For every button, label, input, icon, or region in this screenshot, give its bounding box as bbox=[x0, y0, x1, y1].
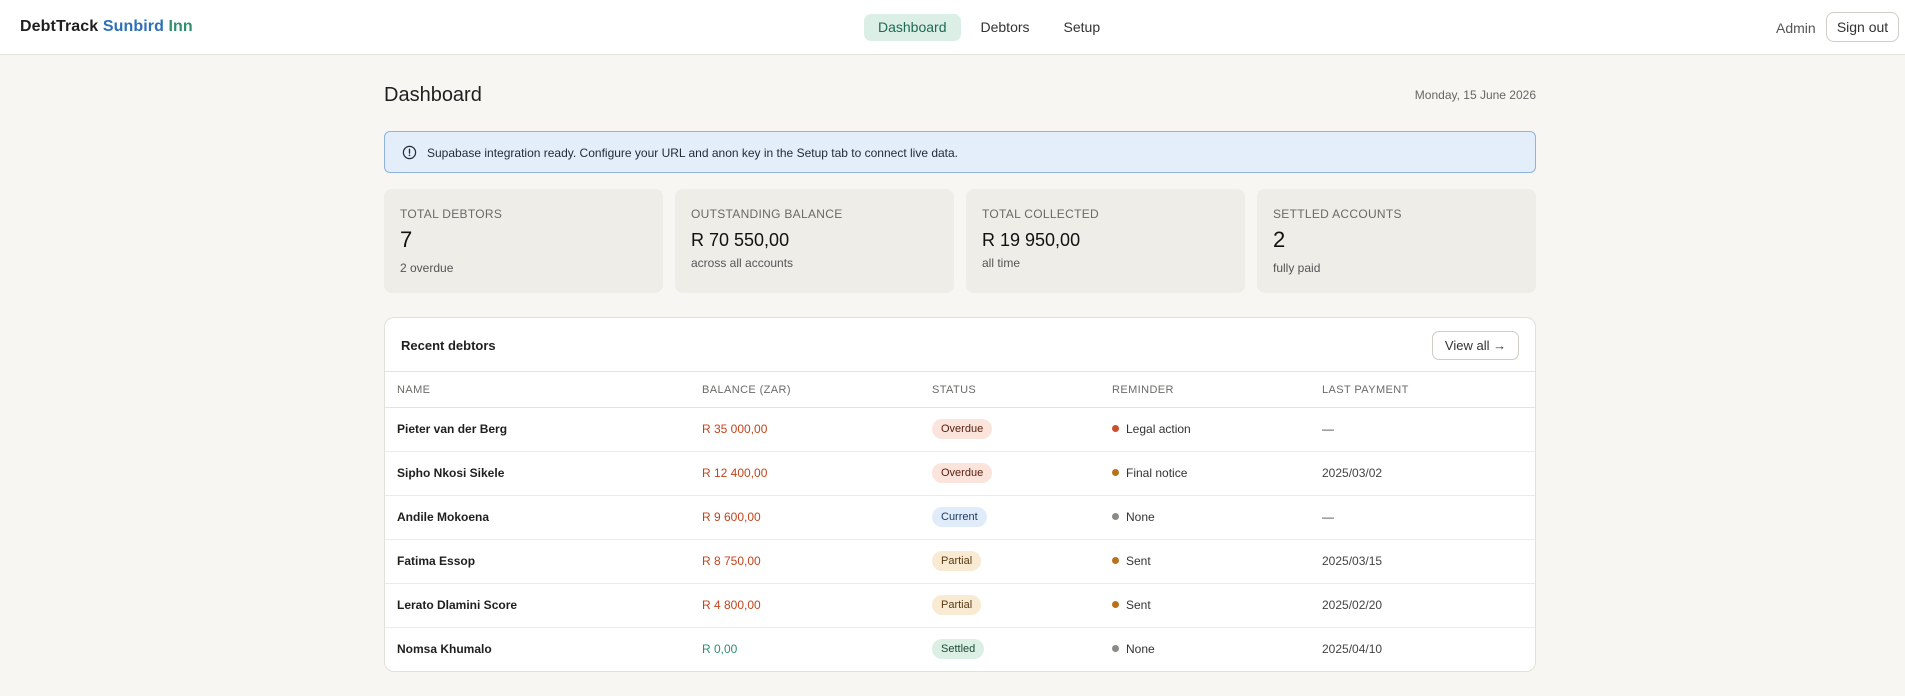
last-payment: 2025/02/20 bbox=[1322, 598, 1383, 612]
top-navbar: DebtTrack Sunbird Inn Dashboard Debtors … bbox=[0, 0, 1905, 55]
debtor-balance: R 9 600,00 bbox=[702, 510, 761, 524]
reminder-cell: None bbox=[1112, 642, 1155, 656]
banner-text: Supabase integration ready. Configure yo… bbox=[427, 146, 959, 160]
stat-label: TOTAL COLLECTED bbox=[982, 207, 1099, 221]
reminder-cell: Final notice bbox=[1112, 466, 1187, 480]
stat-value: R 70 550,00 bbox=[691, 230, 790, 250]
debtor-balance: R 35 000,00 bbox=[702, 422, 768, 436]
last-payment: 2025/04/10 bbox=[1322, 642, 1383, 656]
reminder-label: Final notice bbox=[1126, 466, 1188, 480]
stat-value: R 19 950,00 bbox=[982, 230, 1081, 250]
status-cell: Overdue bbox=[932, 463, 993, 483]
panel-title: Recent debtors bbox=[401, 338, 496, 353]
user-name: Admin bbox=[1776, 20, 1816, 36]
reminder-dot-icon bbox=[1112, 425, 1119, 432]
column-header-status[interactable]: STATUS bbox=[932, 384, 976, 396]
info-banner: Supabase integration ready. Configure yo… bbox=[384, 131, 1536, 173]
status-badge: Overdue bbox=[932, 419, 993, 439]
sign-out-button[interactable]: Sign out bbox=[1826, 12, 1899, 42]
brand-property-second: Inn bbox=[168, 18, 193, 35]
stat-subtext: fully paid bbox=[1273, 261, 1321, 275]
table-row[interactable]: Fatima Essop R 8 750,00 Partial Sent 2025/03… bbox=[385, 540, 1535, 584]
last-payment: — bbox=[1322, 510, 1334, 524]
reminder-label: Sent bbox=[1126, 554, 1151, 568]
stat-card-settled-accounts: SETTLED ACCOUNTS 2 fully paid bbox=[1257, 189, 1536, 293]
app-logo[interactable]: DebtTrack Sunbird Inn bbox=[20, 18, 193, 36]
stat-value: 7 bbox=[400, 227, 413, 252]
status-cell: Partial bbox=[932, 595, 982, 615]
debtor-balance: R 8 750,00 bbox=[702, 554, 761, 568]
debtor-name[interactable]: Pieter van der Berg bbox=[397, 422, 507, 436]
reminder-label: None bbox=[1126, 642, 1155, 656]
stat-label: TOTAL DEBTORS bbox=[400, 207, 503, 221]
debtor-name[interactable]: Nomsa Khumalo bbox=[397, 642, 492, 656]
table-row[interactable]: Pieter van der Berg R 35 000,00 Overdue Leg… bbox=[385, 408, 1535, 452]
tab-debtors[interactable]: Debtors bbox=[967, 14, 1044, 41]
main-nav: Dashboard Debtors Setup bbox=[864, 14, 1114, 41]
debtor-name[interactable]: Lerato Dlamini Score bbox=[397, 598, 517, 612]
stat-value: 2 bbox=[1273, 227, 1286, 252]
reminder-cell: Sent bbox=[1112, 554, 1151, 568]
stat-subtext: across all accounts bbox=[691, 256, 794, 270]
stat-card-total-debtors: TOTAL DEBTORS 7 2 overdue bbox=[384, 189, 663, 293]
brand-name: DebtTrack bbox=[20, 18, 99, 35]
debtor-name[interactable]: Fatima Essop bbox=[397, 554, 475, 568]
reminder-dot-icon bbox=[1112, 601, 1119, 608]
column-header-balance[interactable]: BALANCE (ZAR) bbox=[702, 384, 791, 396]
tab-dashboard[interactable]: Dashboard bbox=[864, 14, 961, 41]
debtor-balance: R 0,00 bbox=[702, 642, 738, 656]
tab-setup[interactable]: Setup bbox=[1050, 14, 1115, 41]
last-payment: — bbox=[1322, 422, 1334, 436]
table-row[interactable]: Nomsa Khumalo R 0,00 Settled None 2025/04/10 bbox=[385, 628, 1535, 671]
page-title: Dashboard bbox=[384, 84, 482, 106]
table-row[interactable]: Andile Mokoena R 9 600,00 Current None — bbox=[385, 496, 1535, 540]
status-cell: Settled bbox=[932, 639, 985, 659]
page-date: Monday, 15 June 2026 bbox=[1414, 88, 1536, 102]
reminder-dot-icon bbox=[1112, 513, 1119, 520]
debtor-balance: R 4 800,00 bbox=[702, 598, 761, 612]
table-row[interactable]: Lerato Dlamini Score R 4 800,00 Partial Sen… bbox=[385, 584, 1535, 628]
info-circle-icon bbox=[402, 145, 417, 160]
debtor-balance: R 12 400,00 bbox=[702, 466, 768, 480]
status-cell: Partial bbox=[932, 551, 982, 571]
stat-label: OUTSTANDING BALANCE bbox=[691, 207, 843, 221]
debtor-name[interactable]: Sipho Nkosi Sikele bbox=[397, 466, 504, 480]
last-payment: 2025/03/02 bbox=[1322, 466, 1383, 480]
reminder-cell: Legal action bbox=[1112, 422, 1191, 436]
view-all-button[interactable]: View all → bbox=[1432, 331, 1519, 360]
reminder-cell: Sent bbox=[1112, 598, 1151, 612]
column-header-reminder[interactable]: REMINDER bbox=[1112, 384, 1174, 396]
reminder-label: Legal action bbox=[1126, 422, 1191, 436]
reminder-dot-icon bbox=[1112, 557, 1119, 564]
reminder-label: Sent bbox=[1126, 598, 1151, 612]
reminder-cell: None bbox=[1112, 510, 1155, 524]
status-badge: Current bbox=[932, 507, 987, 527]
status-cell: Current bbox=[932, 507, 987, 527]
stat-card-total-collected: TOTAL COLLECTED R 19 950,00 all time bbox=[966, 189, 1245, 293]
stat-subtext: 2 overdue bbox=[400, 261, 454, 275]
reminder-dot-icon bbox=[1112, 469, 1119, 476]
status-badge: Settled bbox=[932, 639, 985, 659]
status-cell: Overdue bbox=[932, 419, 993, 439]
debtor-name[interactable]: Andile Mokoena bbox=[397, 510, 489, 524]
column-header-last-payment[interactable]: LAST PAYMENT bbox=[1322, 384, 1409, 396]
stat-label: SETTLED ACCOUNTS bbox=[1273, 207, 1402, 221]
status-badge: Overdue bbox=[932, 463, 993, 483]
reminder-label: None bbox=[1126, 510, 1155, 524]
recent-debtors-panel: Recent debtors View all → NAME BALANCE (… bbox=[384, 317, 1536, 672]
status-badge: Partial bbox=[932, 551, 982, 571]
status-badge: Partial bbox=[932, 595, 982, 615]
stat-card-outstanding-balance: OUTSTANDING BALANCE R 70 550,00 across a… bbox=[675, 189, 954, 293]
table-row[interactable]: Sipho Nkosi Sikele R 12 400,00 Overdue Fina… bbox=[385, 452, 1535, 496]
stat-subtext: all time bbox=[982, 256, 1021, 270]
last-payment: 2025/03/15 bbox=[1322, 554, 1383, 568]
brand-property-first: Sunbird bbox=[102, 18, 164, 35]
reminder-dot-icon bbox=[1112, 645, 1119, 652]
table-header: NAME BALANCE (ZAR) STATUS REMINDER LAST … bbox=[385, 371, 1535, 408]
column-header-name[interactable]: NAME bbox=[397, 384, 430, 396]
